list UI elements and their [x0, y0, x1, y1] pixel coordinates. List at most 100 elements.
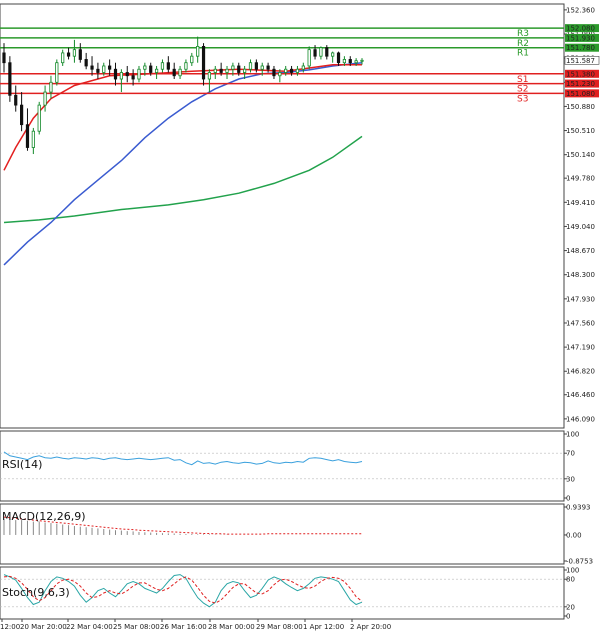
candle-body — [14, 94, 18, 106]
stoch-tick-label: 0 — [566, 613, 570, 621]
chart-canvas: 152.360151.990151.620151.250150.880150.5… — [0, 0, 600, 634]
candle-body — [184, 62, 188, 70]
candle-body — [284, 68, 288, 73]
time-tick-label: 20 Mar 20:00 — [20, 623, 67, 631]
candle-body — [66, 52, 71, 57]
level-name-r3: R3 — [517, 29, 529, 39]
price-tick-label: 146.090 — [566, 415, 595, 423]
macd-tick-label: 0.00 — [566, 531, 582, 539]
candle-body — [20, 104, 24, 126]
level-price-r2: 151.930 — [566, 34, 595, 42]
time-tick-label: 12:00 — [0, 623, 20, 631]
time-tick-label: 26 Mar 16:00 — [160, 623, 207, 631]
candle-body — [289, 68, 294, 73]
candle-body — [119, 72, 123, 80]
rsi-tick-label: 0 — [566, 495, 570, 503]
level-name-s2: S2 — [517, 85, 528, 95]
candle-body — [301, 65, 305, 70]
candle-body — [336, 52, 341, 64]
price-tick-label: 147.930 — [566, 295, 595, 303]
candle-body — [137, 68, 141, 80]
candle-body — [260, 65, 264, 70]
price-tick-label: 150.510 — [566, 127, 595, 135]
level-price-s3: 151.080 — [566, 90, 595, 98]
candle-body — [2, 52, 6, 64]
candle-body — [307, 49, 311, 67]
candle-body — [166, 62, 170, 70]
candle-body — [49, 81, 53, 93]
level-price-s2: 151.230 — [566, 80, 595, 88]
candle-body — [342, 59, 346, 64]
candle-body — [348, 59, 352, 64]
candle-body — [125, 72, 129, 77]
candle-body — [201, 46, 206, 80]
current-price-marker: 151.587 — [564, 55, 600, 65]
candle-body — [190, 55, 194, 64]
candle-body — [160, 62, 165, 70]
price-tick-label: 152.360 — [566, 6, 595, 14]
candle-body — [25, 124, 30, 148]
macd-tick-label: 0.9393 — [566, 504, 591, 512]
candle-body — [231, 65, 235, 70]
rsi-tick-label: 70 — [566, 450, 575, 458]
time-tick-label: 28 Mar 00:00 — [208, 623, 255, 631]
price-tick-label: 148.670 — [566, 247, 595, 255]
candle-body — [72, 49, 77, 57]
candle-body — [96, 68, 100, 73]
candle-body — [43, 91, 47, 106]
candle-body — [196, 46, 200, 57]
level-price-s1: 151.380 — [566, 70, 595, 78]
time-tick-label: 29 Mar 08:00 — [256, 623, 303, 631]
price-tick-label: 146.460 — [566, 391, 595, 399]
candle-body — [78, 49, 82, 60]
price-tick-label: 148.300 — [566, 271, 595, 279]
candle-body — [237, 65, 241, 73]
rsi-tick-label: 100 — [566, 431, 579, 439]
candle-body — [37, 104, 41, 132]
stoch-tick-label: 20 — [566, 603, 575, 611]
candle-body — [325, 47, 329, 57]
candle-body — [295, 68, 300, 73]
candle-body — [354, 60, 358, 64]
candle-body — [149, 65, 153, 73]
macd-label: MACD(12,26,9) — [2, 510, 86, 523]
candle-body — [207, 72, 212, 80]
candle-body — [102, 65, 106, 73]
candle-body — [266, 65, 270, 70]
candle-body — [84, 59, 88, 67]
candle-body — [243, 68, 247, 73]
candle-body — [8, 62, 12, 96]
candle-body — [278, 72, 282, 77]
price-tick-label: 150.880 — [566, 103, 595, 111]
price-tick-label: 149.780 — [566, 175, 595, 183]
price-tick-label: 149.040 — [566, 223, 595, 231]
stoch-label: Stoch(9,6,3) — [2, 586, 70, 599]
candle-body — [90, 65, 94, 70]
stoch-tick-label: 80 — [566, 576, 575, 584]
level-name-r2: R2 — [517, 39, 529, 49]
level-name-r1: R1 — [517, 49, 529, 59]
macd-tick-label: -0.8753 — [566, 558, 593, 566]
time-tick-label: 22 Mar 04:00 — [66, 623, 113, 631]
rsi-label: RSI(14) — [2, 458, 42, 471]
price-tick-label: 147.560 — [566, 319, 595, 327]
level-name-s3: S3 — [517, 94, 528, 104]
candle-body — [225, 68, 229, 73]
current-price-label: 151.587 — [566, 57, 595, 65]
level-name-s1: S1 — [517, 75, 528, 85]
candle-body — [254, 62, 258, 70]
candle-body — [154, 68, 159, 73]
candle-body — [331, 52, 335, 57]
level-price-r3: 152.080 — [566, 25, 595, 33]
candle-body — [131, 75, 135, 80]
price-tick-label: 147.190 — [566, 344, 595, 352]
time-tick-label: 25 Mar 08:00 — [113, 623, 160, 631]
forex-chart: 152.360151.990151.620151.250150.880150.5… — [0, 0, 600, 634]
candle-body — [113, 68, 118, 80]
candle-body — [31, 130, 35, 148]
candle-body — [108, 65, 112, 70]
chart-background — [0, 0, 600, 634]
candle-body — [319, 47, 323, 57]
candle-body — [313, 49, 317, 57]
time-tick-label: 2 Apr 20:00 — [350, 623, 391, 631]
